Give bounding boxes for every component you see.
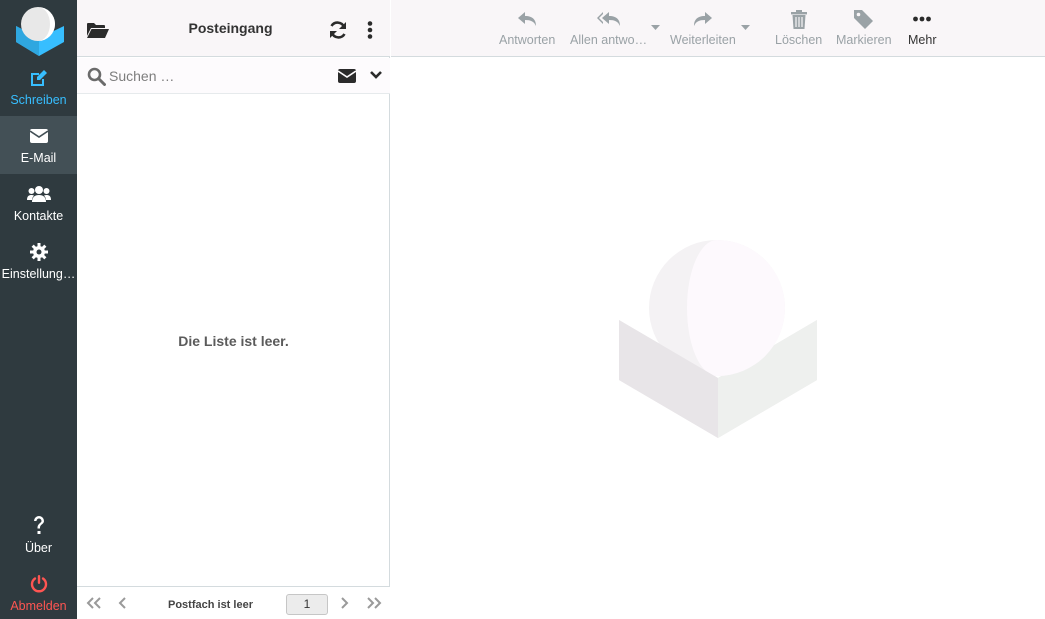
reply-label: Antworten <box>499 33 556 47</box>
question-icon <box>32 516 46 536</box>
watermark-logo-icon <box>619 240 817 438</box>
reply-all-icon <box>596 8 621 30</box>
nav-compose-label: Schreiben <box>10 93 67 107</box>
search-options-chevron-icon[interactable] <box>370 70 382 80</box>
delete-button[interactable]: Löschen <box>775 8 822 52</box>
refresh-button[interactable] <box>326 18 350 42</box>
nav-contacts[interactable]: Kontakte <box>0 174 77 232</box>
reply-all-dropdown-icon[interactable] <box>651 25 660 31</box>
list-pager: Postfach ist leer 1 <box>77 586 390 619</box>
list-menu-button[interactable] <box>358 18 382 42</box>
prev-page-icon[interactable] <box>118 597 127 609</box>
nav-about-label: Über <box>24 541 53 555</box>
reply-all-button[interactable]: Allen antwo… <box>570 8 647 52</box>
main-navigation: Schreiben E-Mail Kontakte Einstellung… Ü <box>0 0 77 619</box>
compose-icon <box>29 68 49 88</box>
users-icon <box>26 184 51 204</box>
message-toolbar: Antworten Allen antwo… Weiterleiten Lösc… <box>391 0 1045 57</box>
nav-compose[interactable]: Schreiben <box>0 58 77 116</box>
first-page-icon[interactable] <box>86 597 102 609</box>
nav-contacts-label: Kontakte <box>13 209 64 223</box>
message-list-panel: Posteingang Die Liste ist leer. Postfach… <box>77 0 390 619</box>
forward-button[interactable]: Weiterleiten <box>670 8 736 52</box>
nav-logout-label: Abmelden <box>10 599 67 613</box>
more-horizontal-icon <box>913 8 932 30</box>
forward-icon <box>693 8 713 30</box>
reply-all-label: Allen antwo… <box>570 33 648 47</box>
last-page-icon[interactable] <box>366 597 382 609</box>
webmail-app: Schreiben E-Mail Kontakte Einstellung… Ü <box>0 0 1045 619</box>
empty-list-message: Die Liste ist leer. <box>178 333 289 349</box>
nav-logout[interactable]: Abmelden <box>0 564 77 619</box>
roundcube-logo[interactable] <box>12 4 66 56</box>
delete-label: Löschen <box>775 33 823 47</box>
mark-button[interactable]: Markieren <box>836 8 892 52</box>
reply-button[interactable]: Antworten <box>499 8 555 52</box>
tag-icon <box>854 8 874 30</box>
nav-mail-label: E-Mail <box>20 151 57 165</box>
more-button[interactable]: Mehr <box>908 8 936 52</box>
refresh-icon <box>330 21 346 39</box>
page-number-input[interactable]: 1 <box>286 594 328 615</box>
gear-icon <box>29 242 48 262</box>
forward-label: Weiterleiten <box>670 33 736 47</box>
envelope-icon <box>29 126 48 146</box>
nav-mail[interactable]: E-Mail <box>0 116 77 174</box>
nav-about[interactable]: Über <box>0 506 77 564</box>
list-header: Posteingang <box>77 0 390 57</box>
nav-settings[interactable]: Einstellung… <box>0 232 77 290</box>
nav-settings-label: Einstellung… <box>1 267 76 281</box>
message-preview-area <box>391 58 1045 619</box>
search-bar <box>77 58 390 94</box>
reply-icon <box>517 8 537 30</box>
forward-dropdown-icon[interactable] <box>741 25 750 31</box>
more-label: Mehr <box>908 33 937 47</box>
pager-status: Postfach ist leer <box>168 599 253 611</box>
mark-label: Markieren <box>836 33 892 47</box>
search-scope-envelope-icon[interactable] <box>338 69 356 83</box>
search-input[interactable] <box>109 66 329 86</box>
power-icon <box>29 574 49 594</box>
trash-icon <box>790 8 807 30</box>
next-page-icon[interactable] <box>340 597 349 609</box>
search-icon <box>87 67 106 86</box>
more-vertical-icon <box>367 21 373 39</box>
